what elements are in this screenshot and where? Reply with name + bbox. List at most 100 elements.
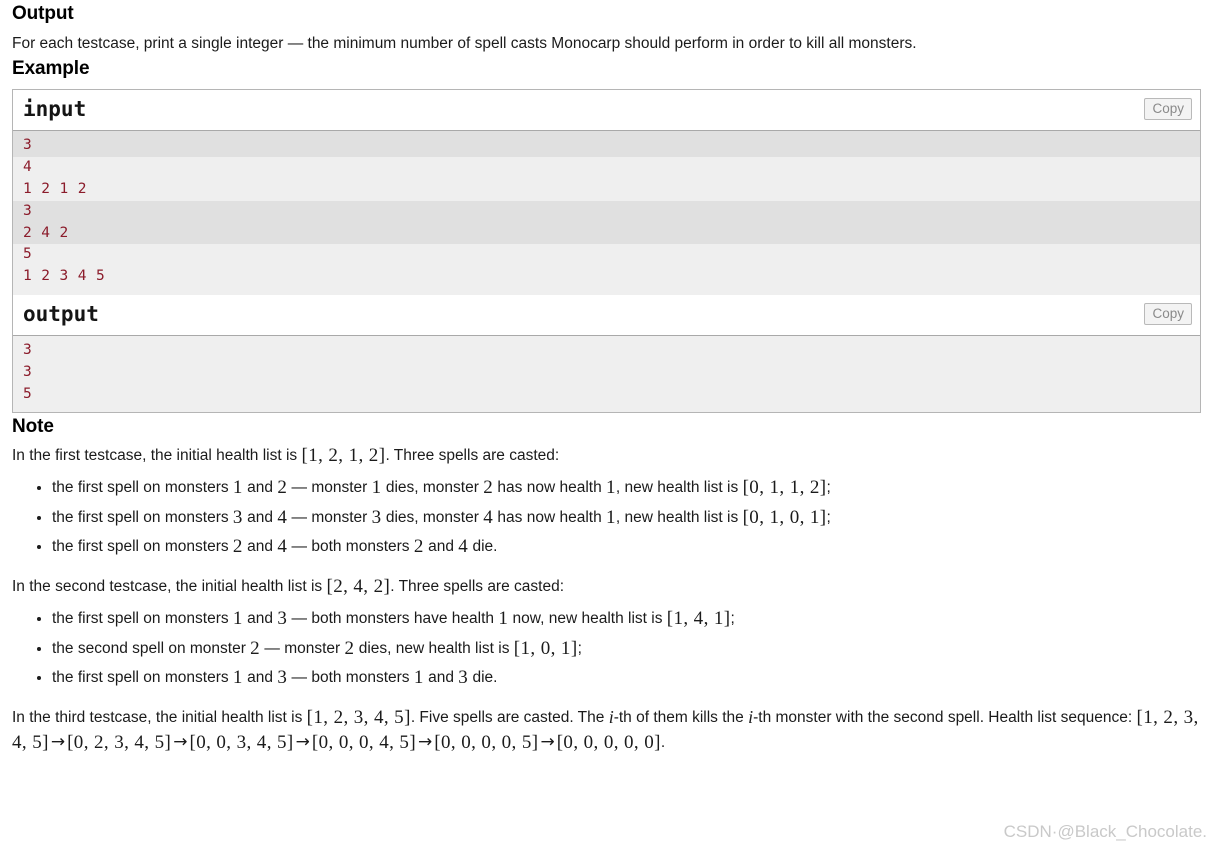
sample-line: 1 2 3 4 5: [13, 266, 1200, 295]
bullet-math: 4: [277, 535, 288, 557]
testcase1-bullet-list: the first spell on monsters 1 and 2 — mo…: [12, 476, 1205, 559]
testcase3-math-italic: i: [608, 706, 614, 727]
sample-line: 3: [13, 200, 1200, 223]
output-section: Output For each testcase, print a single…: [12, 0, 1205, 55]
sequence-arrow-icon: →: [50, 731, 66, 752]
sequence-arrow-icon: →: [295, 731, 310, 752]
bullet-math: 1: [371, 477, 382, 499]
example-section: Example input Copy 341 2 1 232 4 251 2 3…: [12, 55, 1205, 414]
bullet-math: 1: [232, 608, 243, 630]
bullet-math: 1: [413, 666, 424, 688]
sample-output-header: output Copy: [13, 294, 1200, 336]
testcase1-intro-post: . Three spells are casted:: [385, 446, 560, 464]
testcase2-intro-pre: In the second testcase, the initial heal…: [12, 577, 327, 595]
bullet-text: and: [242, 537, 278, 555]
sequence-arrow-icon: →: [418, 731, 433, 752]
testcase3-text: . Five spells are casted. The: [410, 708, 609, 726]
bullet-text: the first spell on monsters: [52, 668, 233, 686]
bullet-math: 1: [232, 477, 243, 499]
sample-output-title: output: [23, 301, 99, 326]
sample-line: 2 4 2: [13, 222, 1200, 245]
testcase1-intro-math: [1, 2, 1, 2]: [301, 444, 386, 466]
bullet-text: the first spell on monsters: [52, 537, 233, 555]
note-section: Note In the first testcase, the initial …: [12, 413, 1205, 755]
testcase2-intro: In the second testcase, the initial heal…: [12, 575, 1205, 599]
sequence-math: [0, 0, 0, 0, 5]: [434, 731, 539, 753]
sample-line: 5: [23, 385, 33, 402]
note-heading: Note: [12, 416, 54, 438]
sample-line: 3: [23, 363, 33, 380]
bullet-text: dies, monster: [381, 479, 484, 497]
testcase3-math-italic: i: [748, 706, 754, 727]
bullet-text: — monster: [260, 639, 345, 657]
testcase1-intro-pre: In the first testcase, the initial healt…: [12, 446, 302, 464]
testcase2-bullet-list: the first spell on monsters 1 and 3 — bo…: [12, 607, 1205, 690]
list-item: the first spell on monsters 2 and 4 — bo…: [52, 535, 1205, 559]
output-description: For each testcase, print a single intege…: [12, 34, 917, 52]
bullet-text: and: [242, 668, 278, 686]
bullet-text: the first spell on monsters: [52, 508, 233, 526]
sequence-math: [0, 0, 0, 0, 0]: [556, 731, 661, 753]
bullet-text: ;: [577, 639, 582, 657]
output-heading: Output: [12, 3, 74, 24]
sample-line: 3: [13, 131, 1200, 158]
testcase3-text: In the third testcase, the initial healt…: [12, 708, 307, 726]
bullet-math: 1: [606, 477, 616, 499]
bullet-math: 4: [458, 535, 469, 557]
bullet-text: and: [242, 610, 278, 628]
example-heading: Example: [12, 57, 90, 79]
bullet-text: has now health: [493, 479, 606, 497]
sequence-arrow-icon: →: [173, 731, 188, 752]
sample-line: 3: [23, 341, 33, 358]
testcase3-text: -th of them kills the: [613, 708, 749, 726]
bullet-math: 3: [277, 608, 288, 630]
testcase3-text: -th monster with the second spell. Healt…: [753, 708, 1137, 726]
sequence-math: [0, 0, 3, 4, 5]: [189, 731, 294, 753]
sample-input-title: input: [23, 97, 87, 122]
copy-output-button[interactable]: Copy: [1144, 302, 1192, 325]
bullet-math: 2: [344, 637, 355, 659]
bullet-text: the first spell on monsters: [52, 479, 233, 497]
sample-input-header: input Copy: [13, 90, 1200, 132]
list-item: the first spell on monsters 1 and 2 — mo…: [52, 476, 1205, 500]
bullet-math: 2: [232, 535, 243, 557]
sample-input-body[interactable]: 341 2 1 232 4 251 2 3 4 5: [13, 131, 1200, 295]
list-item: the first spell on monsters 1 and 3 — bo…: [52, 666, 1205, 690]
bullet-text: , new health list is: [615, 508, 743, 526]
bullet-text: — both monsters have health: [287, 610, 499, 628]
bullet-text: dies, monster: [381, 508, 484, 526]
sample-line: 1 2 1 2: [13, 178, 1200, 201]
testcase3-text: .: [660, 733, 666, 751]
bullet-text: die.: [468, 668, 498, 686]
copy-input-button[interactable]: Copy: [1144, 98, 1192, 121]
bullet-math: 3: [277, 666, 288, 688]
bullet-math: [1, 4, 1]: [666, 608, 731, 630]
csdn-watermark: CSDN·@Black_Chocolate.: [1003, 822, 1207, 841]
bullet-text: has now health: [493, 508, 606, 526]
bullet-math: 4: [277, 506, 288, 528]
sample-output-block: output Copy 3 3 5: [13, 294, 1200, 413]
sample-input-block: input Copy 341 2 1 232 4 251 2 3 4 5: [13, 90, 1200, 295]
bullet-math: 1: [232, 666, 243, 688]
bullet-text: — both monsters: [287, 668, 414, 686]
bullet-text: ;: [826, 508, 831, 526]
bullet-text: ;: [826, 479, 831, 497]
testcase2-intro-math: [2, 4, 2]: [326, 575, 391, 597]
sample-output-body[interactable]: 3 3 5: [13, 335, 1200, 413]
testcase1-intro: In the first testcase, the initial healt…: [12, 444, 1205, 468]
testcase3-math: [1, 2, 3, 4, 5]: [306, 706, 411, 728]
list-item: the second spell on monster 2 — monster …: [52, 637, 1205, 661]
bullet-math: 2: [483, 477, 494, 499]
bullet-text: dies, new health list is: [354, 639, 514, 657]
bullet-math: 3: [232, 506, 243, 528]
bullet-text: and: [242, 508, 278, 526]
bullet-math: 2: [413, 535, 424, 557]
sequence-arrow-icon: →: [540, 731, 555, 752]
list-item: the first spell on monsters 1 and 3 — bo…: [52, 607, 1205, 631]
bullet-math: [0, 1, 1, 2]: [742, 477, 827, 499]
sequence-math: [0, 0, 0, 4, 5]: [311, 731, 417, 753]
bullet-math: 3: [458, 666, 469, 688]
bullet-math: 4: [483, 506, 494, 528]
bullet-math: 2: [277, 477, 288, 499]
bullet-math: 1: [498, 608, 509, 630]
